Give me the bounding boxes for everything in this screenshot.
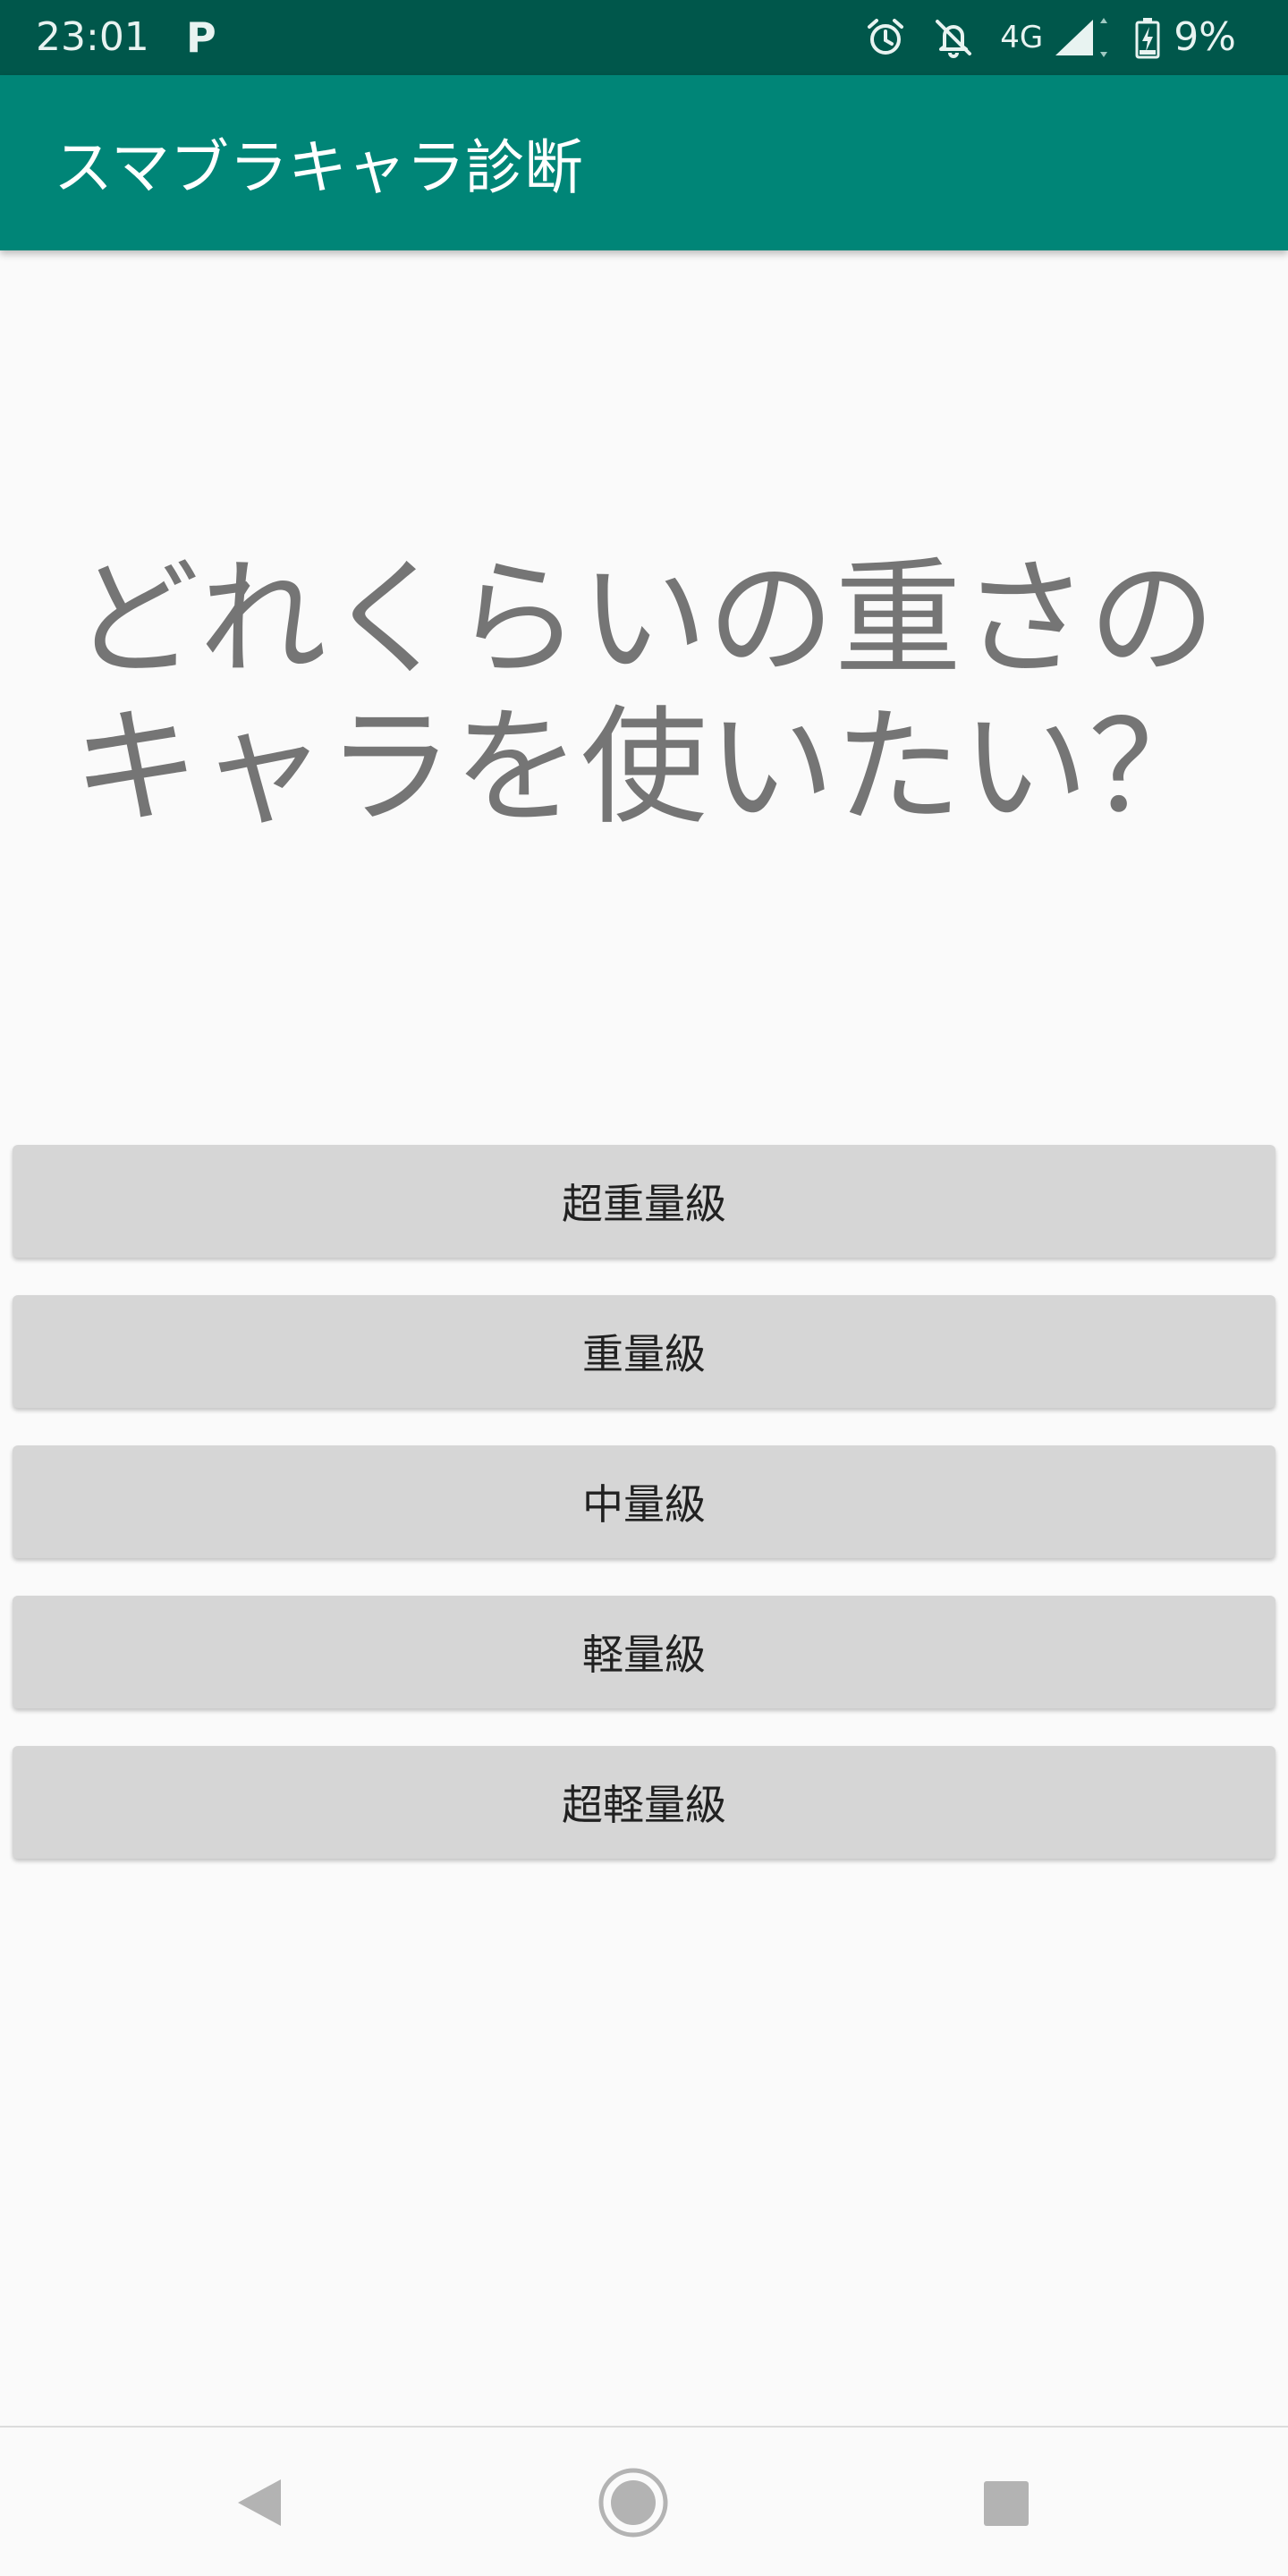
- status-time: 23:01: [36, 14, 149, 60]
- alarm-icon: [868, 19, 904, 55]
- status-icons: 4G 9%: [864, 13, 1236, 63]
- battery-charging-icon: [1135, 18, 1160, 59]
- question-text: どれくらいの重さの キャラを使いたい？: [54, 546, 1234, 843]
- home-icon[interactable]: [596, 2465, 671, 2540]
- screen: 23:01 P 4G 9% スマブラキャラ診断 どれくらいの重さの キャラを使い…: [0, 0, 1288, 2576]
- option-button-light[interactable]: 軽量級: [13, 1596, 1275, 1708]
- recents-icon[interactable]: [968, 2465, 1043, 2540]
- option-button-super-heavy[interactable]: 超重量級: [13, 1145, 1275, 1258]
- notifications-off-icon: [936, 20, 972, 58]
- app-bar: スマブラキャラ診断: [0, 75, 1288, 250]
- question-line-1: どれくらいの重さの: [72, 546, 1216, 693]
- option-button-middle[interactable]: 中量級: [13, 1445, 1275, 1558]
- back-icon[interactable]: [224, 2465, 299, 2540]
- battery-percent: 9%: [1174, 14, 1236, 60]
- network-type: 4G: [1000, 20, 1044, 55]
- option-list: 超重量級 重量級 中量級 軽量級 超軽量級: [13, 1145, 1275, 1896]
- option-button-super-light[interactable]: 超軽量級: [13, 1746, 1275, 1859]
- signal-icon: [1055, 18, 1108, 57]
- question-line-2: キャラを使いたい？: [72, 694, 1216, 842]
- navigation-bar: [0, 2426, 1288, 2576]
- status-bar: 23:01 P 4G 9%: [0, 0, 1288, 75]
- notification-parking-icon: P: [186, 13, 216, 62]
- option-button-heavy[interactable]: 重量級: [13, 1295, 1275, 1408]
- app-title: スマブラキャラ診断: [54, 133, 584, 202]
